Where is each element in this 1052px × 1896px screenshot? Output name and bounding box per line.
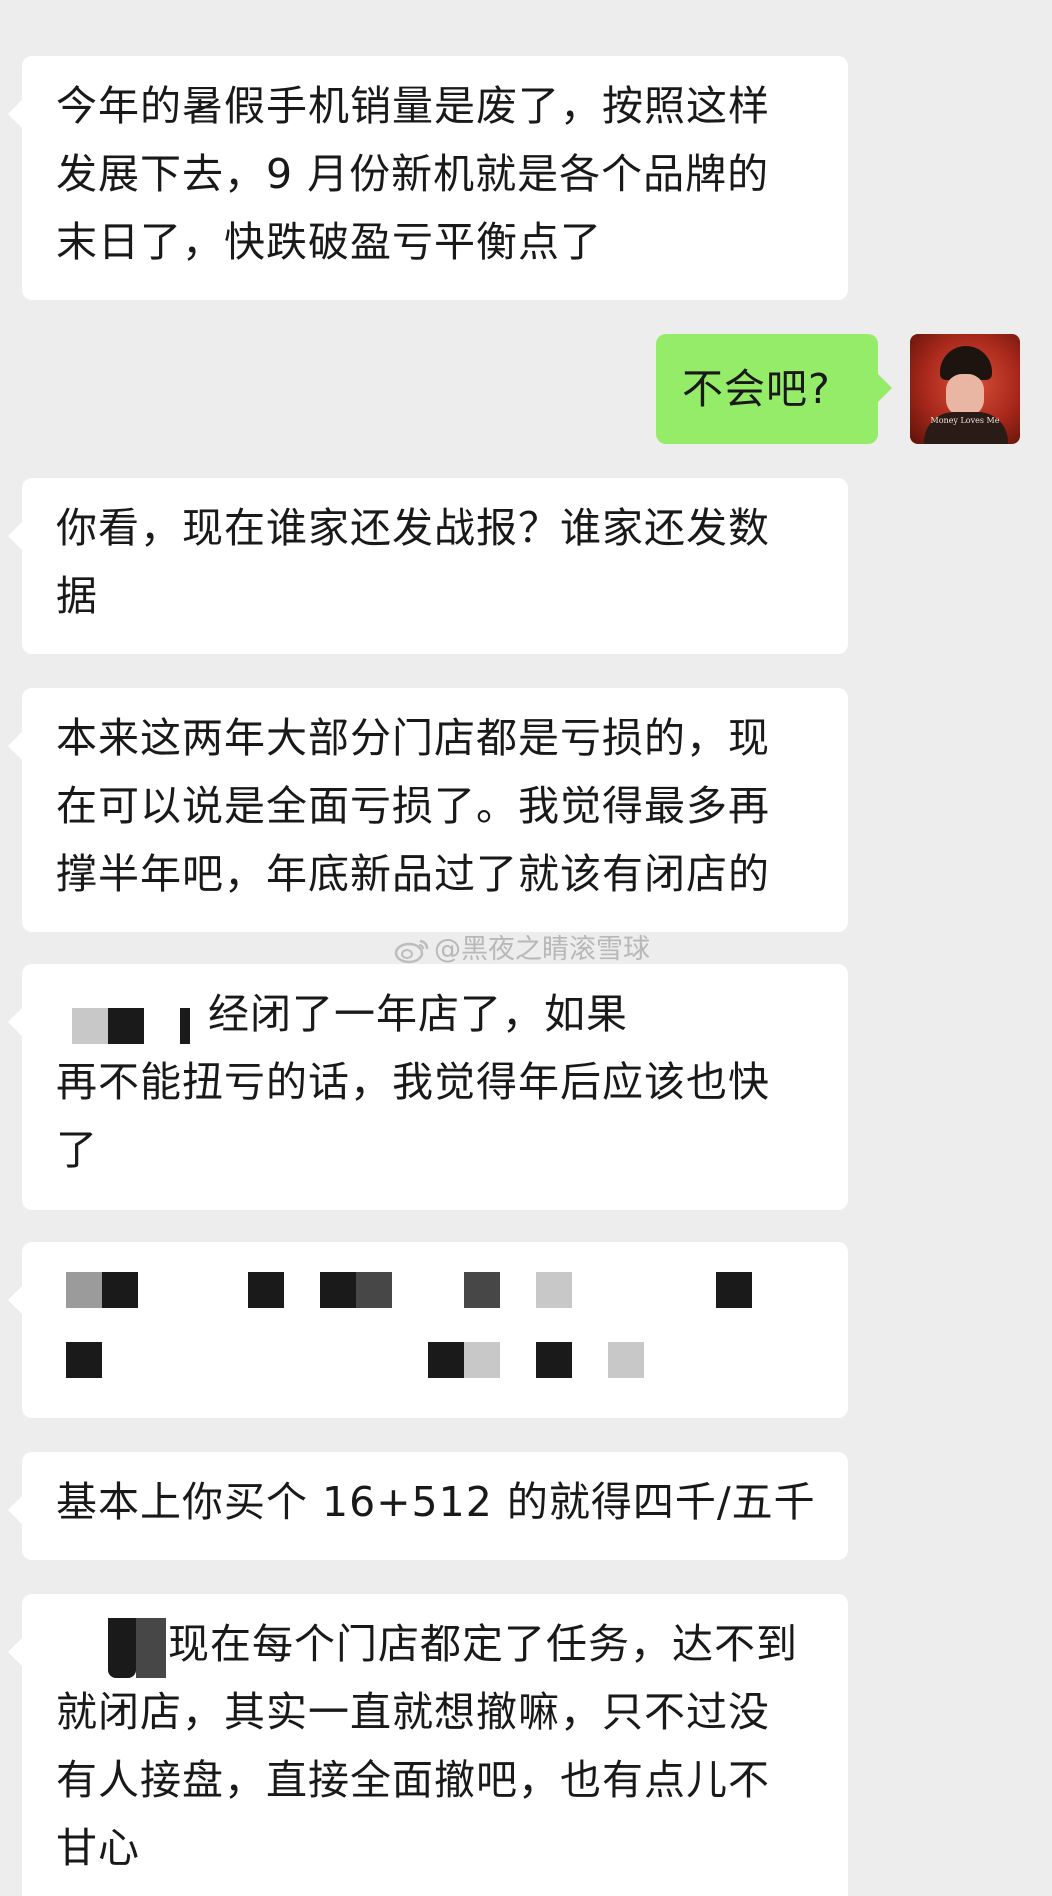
censor-block (108, 1618, 136, 1678)
message-line: 现在每个门店都定了任务，达不到 (168, 1620, 798, 1668)
watermark-text: @黑夜之睛滚雪球 (434, 934, 650, 965)
avatar[interactable]: Money Loves Me (910, 334, 1020, 444)
message-line: 本来这两年大部分门店都是亏损的，现 (56, 714, 770, 762)
message-line: 发展下去，9 月份新机就是各个品牌的 (56, 150, 770, 198)
message-line: 今年的暑假手机销量是废了，按照这样 (56, 82, 770, 130)
message-bubble-incoming[interactable]: 现在每个门店都定了任务，达不到 就闭店，其实一直就想撤嘛，只不过没 有人接盘，直… (8, 1594, 848, 1896)
message-bubble-incoming[interactable]: 今年的暑假手机销量是废了，按照这样 发展下去，9 月份新机就是各个品牌的 末日了… (8, 56, 848, 300)
censor-block (108, 1008, 144, 1044)
censor-block (716, 1272, 752, 1308)
watermark: @黑夜之睛滚雪球 (394, 930, 650, 970)
message-line: 再不能扭亏的话，我觉得年后应该也快 (56, 1058, 770, 1106)
message-line: 了 (56, 1126, 98, 1174)
message-line: 在可以说是全面亏损了。我觉得最多再 (56, 782, 770, 830)
message-bubble-incoming[interactable]: 本来这两年大部分门店都是亏损的，现 在可以说是全面亏损了。我觉得最多再 撑半年吧… (8, 688, 848, 932)
weibo-logo-icon (394, 939, 429, 964)
censor-block (464, 1342, 500, 1378)
censor-block (428, 1342, 464, 1378)
censor-block (536, 1272, 572, 1308)
message-line: 经闭了一年店了，如果 (208, 990, 628, 1038)
message-line: 不会吧? (682, 365, 831, 413)
censor-block (248, 1272, 284, 1308)
message-bubble-incoming[interactable]: 你看，现在谁家还发战报？谁家还发数 据 (8, 478, 848, 654)
censor-block (66, 1342, 102, 1378)
censor-block (180, 1008, 190, 1044)
censor-block (66, 1272, 102, 1308)
message-bubble-incoming[interactable]: 经闭了一年店了，如果 再不能扭亏的话，我觉得年后应该也快 了 (8, 964, 848, 1210)
message-line: 末日了，快跌破盈亏平衡点了 (56, 218, 602, 266)
censor-block (464, 1272, 500, 1308)
message-line: 有人接盘，直接全面撤吧，也有点儿不 (56, 1756, 770, 1804)
chat-window: 今年的暑假手机销量是废了，按照这样 发展下去，9 月份新机就是各个品牌的 末日了… (0, 0, 1052, 1896)
censor-block (72, 1008, 108, 1044)
message-line: 撑半年吧，年底新品过了就该有闭店的 (56, 850, 770, 898)
censor-block (102, 1272, 138, 1308)
censor-block (608, 1342, 644, 1378)
censor-block (356, 1272, 392, 1308)
message-bubble-outgoing[interactable]: 不会吧? (656, 334, 892, 444)
censor-block (536, 1342, 572, 1378)
message-line: 据 (56, 572, 98, 620)
message-line: 基本上你买个 16+512 的就得四千/五千 (56, 1478, 816, 1526)
message-line: 就闭店，其实一直就想撤嘛，只不过没 (56, 1688, 770, 1736)
avatar-caption: Money Loves Me (930, 416, 1000, 425)
message-bubble-incoming-censored[interactable] (8, 1242, 848, 1418)
message-line: 你看，现在谁家还发战报？谁家还发数 (56, 504, 770, 552)
censor-block (320, 1272, 356, 1308)
censor-block (136, 1618, 166, 1678)
avatar-face (946, 374, 984, 416)
message-bubble-incoming[interactable]: 基本上你买个 16+512 的就得四千/五千 (8, 1452, 848, 1560)
message-line: 甘心 (56, 1824, 140, 1872)
